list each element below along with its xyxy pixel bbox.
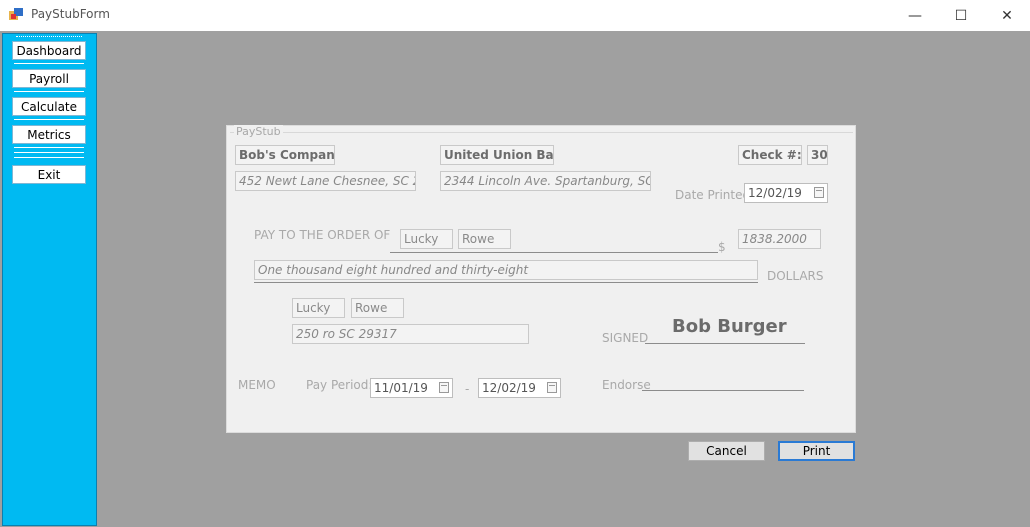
amount-words-field[interactable]: One thousand eight hundred and thirty-ei… — [254, 260, 758, 280]
dollar-sign: $ — [718, 240, 726, 254]
sidebar-item-metrics[interactable]: Metrics — [12, 125, 86, 144]
separator — [14, 157, 84, 158]
company-name-field[interactable]: Bob's Company — [235, 145, 335, 165]
period-end-value: 12/02/19 — [482, 381, 536, 395]
maximize-button[interactable]: ☐ — [938, 0, 984, 31]
sidebar-item-calculate[interactable]: Calculate — [12, 97, 86, 116]
payee-underline — [390, 252, 718, 253]
window-title: PayStubForm — [31, 7, 110, 21]
pay-to-label: PAY TO THE ORDER OF — [254, 228, 391, 242]
separator — [14, 147, 84, 148]
close-button[interactable]: ✕ — [984, 0, 1030, 31]
address-line-field[interactable]: 250 ro SC 29317 — [292, 324, 529, 344]
close-icon: ✕ — [1001, 7, 1013, 24]
date-printed-value: 12/02/19 — [748, 186, 802, 200]
signature-line — [645, 343, 805, 344]
minimize-icon: — — [908, 7, 922, 24]
app-icon — [9, 8, 23, 20]
bank-name-field[interactable]: United Union Bank — [440, 145, 554, 165]
period-start-value: 11/01/19 — [374, 381, 428, 395]
minimize-button[interactable]: — — [892, 0, 938, 31]
dollars-label: DOLLARS — [767, 269, 824, 283]
separator — [14, 63, 84, 64]
calendar-icon[interactable] — [547, 382, 557, 393]
payee-last-name-field[interactable]: Rowe — [458, 229, 511, 249]
paystub-panel: PayStub Bob's Company 452 Newt Lane Ches… — [226, 125, 856, 433]
address-last-name-field[interactable]: Rowe — [351, 298, 404, 318]
check-number-field[interactable]: 30 — [807, 145, 828, 165]
maximize-icon: ☐ — [954, 7, 968, 24]
sidebar-item-exit[interactable]: Exit — [12, 165, 86, 184]
payee-first-name-field[interactable]: Lucky — [400, 229, 453, 249]
sidebar-item-dashboard[interactable]: Dashboard — [12, 41, 86, 60]
print-button[interactable]: Print — [778, 441, 855, 461]
calendar-icon[interactable] — [814, 187, 824, 198]
groupbox-legend: PayStub — [234, 125, 283, 138]
address-first-name-field[interactable]: Lucky — [292, 298, 345, 318]
signature-text: Bob Burger — [672, 316, 787, 337]
endorse-line — [642, 390, 804, 391]
amount-field[interactable]: 1838.2000 — [738, 229, 821, 249]
amount-words-underline — [254, 282, 758, 283]
date-printed-label: Date Printed — [675, 188, 751, 202]
pay-period-label: Pay Period: — [306, 378, 373, 392]
date-printed-picker[interactable]: 12/02/19 — [744, 183, 828, 203]
sidebar-item-payroll[interactable]: Payroll — [12, 69, 86, 88]
grip-handle[interactable] — [16, 36, 82, 39]
company-address-field[interactable]: 452 Newt Lane Chesnee, SC 29323 — [235, 171, 416, 191]
period-start-picker[interactable]: 11/01/19 — [370, 378, 453, 398]
signed-label: SIGNED — [602, 331, 649, 345]
calendar-icon[interactable] — [439, 382, 449, 393]
sidebar: Dashboard Payroll Calculate Metrics Exit — [2, 33, 97, 526]
memo-label: MEMO — [238, 378, 276, 392]
check-number-label: Check #: — [738, 145, 802, 165]
separator — [14, 119, 84, 120]
separator — [14, 91, 84, 92]
title-bar: PayStubForm — ☐ ✕ — [0, 0, 1030, 31]
cancel-button[interactable]: Cancel — [688, 441, 765, 461]
separator — [14, 152, 84, 153]
bank-address-field[interactable]: 2344 Lincoln Ave. Spartanburg, SC 29316 — [440, 171, 651, 191]
groupbox-border — [230, 132, 853, 133]
period-dash: - — [465, 382, 470, 396]
period-end-picker[interactable]: 12/02/19 — [478, 378, 561, 398]
